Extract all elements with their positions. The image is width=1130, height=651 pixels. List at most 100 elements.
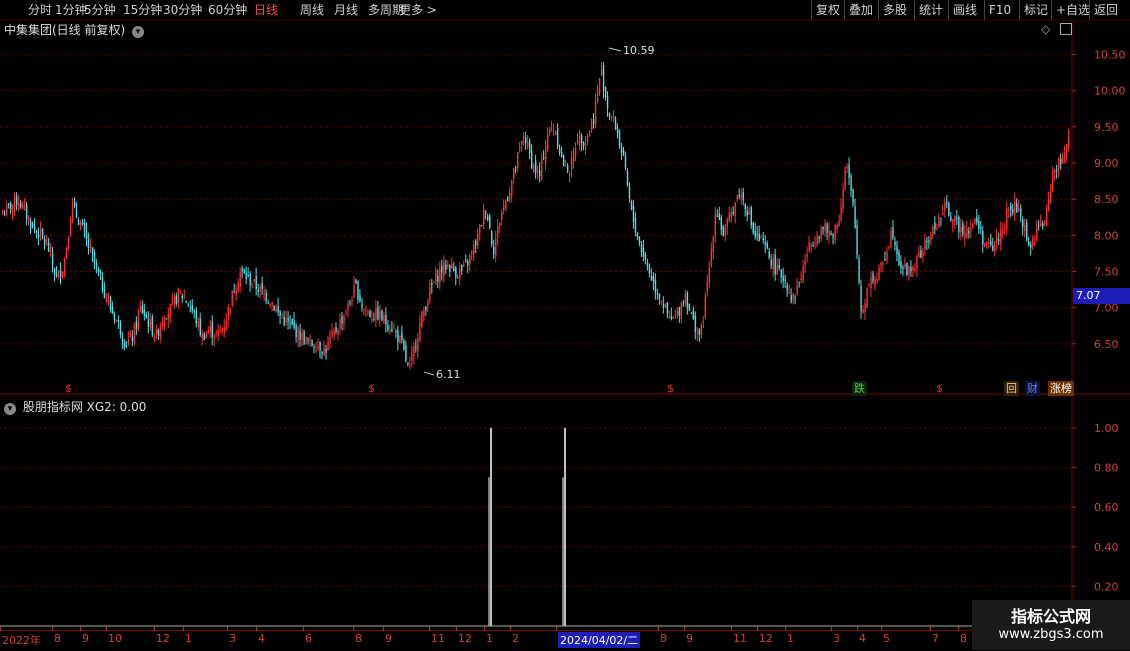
period-tab-1[interactable]: 1分钟 bbox=[55, 0, 87, 20]
candle-body bbox=[47, 241, 50, 252]
event-marker[interactable]: 跌 bbox=[852, 381, 867, 396]
candle-body bbox=[127, 339, 130, 343]
chart-area[interactable]: 10.5010.009.509.008.508.007.507.006.50 1… bbox=[0, 20, 1130, 630]
event-marker[interactable]: $ bbox=[936, 381, 943, 396]
period-tab-3[interactable]: 15分钟 bbox=[123, 0, 162, 20]
period-tab-5[interactable]: 60分钟 bbox=[208, 0, 247, 20]
candle-body bbox=[1066, 143, 1068, 154]
candle-body bbox=[243, 268, 245, 273]
candle-body bbox=[319, 341, 321, 352]
tool-button-2[interactable]: 多股 bbox=[878, 0, 907, 20]
event-marker[interactable]: 涨榜 bbox=[1048, 381, 1074, 396]
candle-body bbox=[293, 320, 295, 328]
candle-body bbox=[477, 232, 479, 246]
candle-body bbox=[858, 259, 860, 282]
candle-body bbox=[864, 303, 866, 312]
candle-body bbox=[415, 346, 417, 348]
candle-body bbox=[744, 203, 747, 210]
candle-body bbox=[668, 316, 671, 318]
event-marker[interactable]: 财 bbox=[1025, 381, 1040, 396]
candle-body bbox=[562, 155, 565, 167]
candle-body bbox=[51, 253, 54, 265]
price-tick-label: 9.50 bbox=[1094, 121, 1119, 134]
candle-body bbox=[367, 311, 369, 313]
candle-body bbox=[7, 203, 10, 205]
event-marker[interactable]: 回 bbox=[1004, 381, 1019, 396]
event-marker[interactable]: $ bbox=[65, 381, 72, 396]
candle-body bbox=[375, 308, 377, 320]
candle-body bbox=[201, 333, 204, 339]
period-tab-6[interactable]: 日线 bbox=[254, 0, 278, 20]
candle-body bbox=[433, 281, 435, 283]
candle-body bbox=[768, 251, 770, 258]
tool-button-1[interactable]: 叠加 bbox=[844, 0, 873, 20]
chevron-down-icon[interactable]: ▾ bbox=[132, 26, 145, 38]
candle-body bbox=[531, 150, 533, 169]
candle-body bbox=[371, 318, 373, 320]
indicator-tick-label: 0.80 bbox=[1094, 462, 1119, 475]
date-tick bbox=[857, 627, 858, 631]
panel-toggle-icon[interactable] bbox=[1060, 23, 1072, 35]
period-tab-2[interactable]: 5分钟 bbox=[84, 0, 116, 20]
candle-body bbox=[219, 330, 221, 333]
candle-body bbox=[19, 202, 22, 208]
indicator-tick-label: 1.00 bbox=[1094, 422, 1119, 435]
indicator-grid bbox=[0, 427, 1072, 587]
date-label: 12 bbox=[759, 632, 773, 645]
candle-body bbox=[131, 336, 134, 341]
period-tab-4[interactable]: 30分钟 bbox=[163, 0, 202, 20]
candle-body bbox=[393, 327, 395, 329]
diamond-icon[interactable]: ◇ bbox=[1041, 22, 1050, 36]
candle-body bbox=[259, 286, 261, 292]
candle-body bbox=[197, 321, 200, 327]
period-tab-0[interactable]: 分时 bbox=[28, 0, 52, 20]
chevron-down-icon[interactable]: ▾ bbox=[4, 403, 16, 415]
candle-body bbox=[592, 119, 595, 124]
date-tick bbox=[881, 627, 882, 631]
candle-body bbox=[509, 192, 511, 199]
event-marker[interactable]: $ bbox=[667, 381, 674, 396]
tool-button-8[interactable]: 返回 bbox=[1089, 0, 1118, 20]
candle-body bbox=[335, 327, 337, 332]
period-tab-7[interactable]: 周线 bbox=[300, 0, 324, 20]
tool-button-0[interactable]: 复权 bbox=[811, 0, 840, 20]
candle-body bbox=[157, 329, 160, 336]
candle-body bbox=[221, 328, 223, 332]
candle-body bbox=[453, 267, 455, 271]
date-label: 4 bbox=[258, 632, 265, 645]
candle-body bbox=[766, 242, 768, 249]
period-tab-8[interactable]: 月线 bbox=[334, 0, 358, 20]
candle-body bbox=[161, 322, 164, 327]
tool-button-4[interactable]: 画线 bbox=[948, 0, 977, 20]
tool-button-3[interactable]: 统计 bbox=[914, 0, 943, 20]
candle-body bbox=[463, 264, 465, 267]
tool-button-7[interactable]: +自选 bbox=[1051, 0, 1090, 20]
candle-body bbox=[365, 310, 367, 312]
candle-body bbox=[519, 147, 521, 149]
candle-body bbox=[640, 244, 643, 253]
candle-body bbox=[750, 207, 752, 226]
candle-body bbox=[383, 315, 385, 323]
candle-body bbox=[257, 290, 259, 293]
candle-body bbox=[836, 224, 838, 229]
period-tab-10[interactable]: 更多 > bbox=[399, 0, 437, 20]
candle-body bbox=[407, 362, 409, 365]
candle-body bbox=[505, 200, 507, 210]
candle-body bbox=[373, 318, 375, 320]
event-marker[interactable]: $ bbox=[368, 381, 375, 396]
candle-body bbox=[700, 324, 703, 336]
candle-body bbox=[195, 310, 198, 324]
tool-button-5[interactable]: F10 bbox=[984, 0, 1011, 20]
candle-body bbox=[1028, 241, 1030, 246]
candle-body bbox=[980, 227, 982, 229]
date-tick bbox=[757, 627, 758, 631]
candle-body bbox=[600, 69, 603, 76]
candle-body bbox=[1032, 240, 1034, 248]
candle-body bbox=[247, 275, 249, 277]
candle-body bbox=[429, 287, 431, 302]
candle-body bbox=[81, 222, 84, 225]
candle-body bbox=[670, 315, 673, 319]
candle-body bbox=[656, 293, 659, 295]
tool-button-6[interactable]: 标记 bbox=[1019, 0, 1048, 20]
candle-body bbox=[427, 301, 429, 306]
